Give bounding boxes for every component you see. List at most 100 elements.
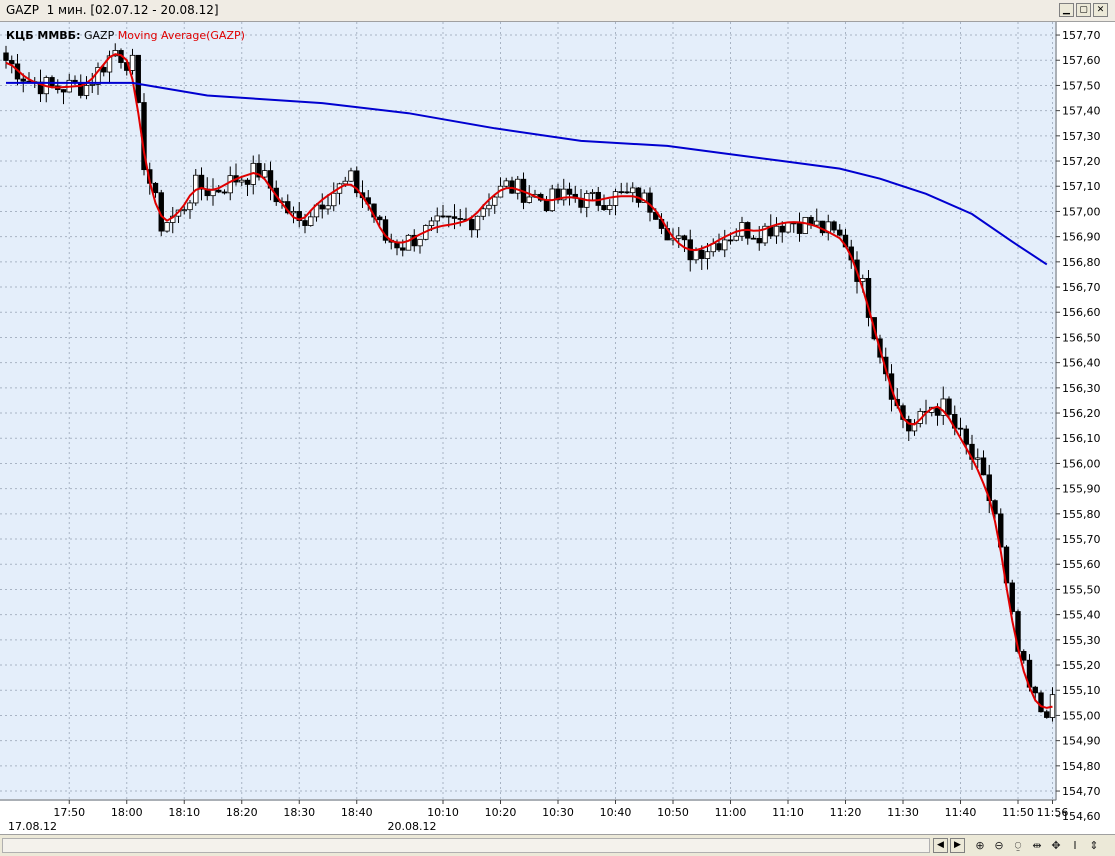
y-tick-label: 155,20 [1062, 659, 1101, 672]
candle-body [831, 221, 837, 231]
scroll-left-button[interactable]: ◀ [933, 838, 948, 853]
candle-body [446, 215, 452, 218]
fit-icon[interactable]: ⍜ [1010, 839, 1026, 853]
date-label: 20.08.12 [388, 820, 437, 833]
x-tick-label: 11:20 [830, 806, 862, 819]
candle [417, 238, 423, 254]
candle-body [457, 218, 463, 220]
candle-body [589, 191, 596, 194]
candle [578, 188, 584, 214]
candle [193, 169, 199, 206]
x-tick-label: 10:10 [427, 806, 459, 819]
candle-body [480, 208, 486, 217]
candle [83, 76, 90, 100]
date-label: 17.08.12 [8, 820, 57, 833]
candle-body [319, 204, 325, 210]
y-tick-label: 157,70 [1062, 29, 1101, 42]
candle [865, 270, 872, 327]
candle [584, 190, 590, 218]
candle [509, 176, 515, 194]
y-tick-label: 155,70 [1062, 533, 1101, 546]
zoom-out-icon[interactable]: ⊖ [991, 839, 1007, 853]
y-tick-label: 157,40 [1062, 105, 1101, 118]
candle [906, 415, 912, 441]
move-icon[interactable]: ✥ [1048, 839, 1064, 853]
candle-body [503, 180, 509, 187]
candle-body [262, 170, 268, 178]
candle [497, 177, 504, 198]
candle-body [325, 205, 331, 210]
candle [221, 189, 228, 195]
candlestick-chart[interactable]: 157,70 157,60 157,50 157,40 157,30 157,20 157,… [0, 22, 1115, 834]
scroll-right-button[interactable]: ▶ [950, 838, 965, 853]
y-tick-label: 157,10 [1062, 180, 1101, 193]
candle-body [152, 182, 159, 194]
y-tick-label: 154,90 [1062, 735, 1101, 748]
candle [486, 193, 492, 217]
candle [515, 176, 521, 200]
x-tick-label: 11:40 [945, 806, 977, 819]
minimize-button[interactable]: ▁ [1059, 3, 1074, 17]
candle-body [492, 196, 498, 206]
ma-short-line [5, 53, 1053, 709]
candle-body [60, 89, 67, 93]
candle [187, 200, 193, 219]
candle-body [129, 54, 136, 71]
candle-body [543, 199, 550, 212]
candle [1038, 690, 1044, 713]
zoom-in-icon[interactable]: ⊕ [972, 839, 988, 853]
legend-symbol: GAZP [83, 29, 115, 42]
x-tick-label: 10:30 [542, 806, 574, 819]
y-tick-label: 156,00 [1062, 457, 1101, 470]
scale-icon[interactable]: ⇕ [1086, 839, 1102, 853]
candle-body [221, 191, 228, 194]
y-tick-label: 157,50 [1062, 79, 1101, 92]
candle-body [980, 457, 987, 476]
candle-body [727, 239, 734, 242]
y-tick-label: 154,70 [1062, 785, 1101, 798]
candle-body [1044, 711, 1050, 718]
candle-body [814, 220, 820, 226]
candle [3, 45, 9, 69]
candle [210, 178, 216, 206]
y-tick-label: 156,20 [1062, 407, 1101, 420]
candle-body [9, 60, 15, 65]
candle-body [181, 209, 187, 212]
candle [612, 188, 619, 216]
candle [739, 216, 745, 242]
y-tick-label: 155,60 [1062, 558, 1101, 571]
candle [198, 167, 205, 201]
candle-body [49, 77, 55, 87]
candle-body [227, 175, 233, 194]
y-tick-label: 155,40 [1062, 609, 1101, 622]
candle-body [405, 234, 412, 251]
candle-body [210, 189, 216, 197]
maximize-button[interactable]: ▢ [1076, 3, 1091, 17]
candle-body [716, 243, 722, 251]
x-tick-label: 11:50 [1002, 806, 1034, 819]
candle [837, 224, 843, 237]
candle [463, 207, 469, 221]
legend-indicator[interactable]: Moving Average(GAZP) [118, 29, 245, 42]
chart-area[interactable]: 157,70 157,60 157,50 157,40 157,30 157,20 157,… [0, 22, 1115, 834]
candle [308, 212, 314, 227]
horizontal-scrollbar[interactable] [2, 838, 930, 853]
candle-body [89, 83, 95, 86]
y-tick-label: 155,30 [1062, 634, 1101, 647]
candle-body [434, 215, 440, 222]
candle-body [635, 187, 642, 203]
x-tick-label: 11:10 [772, 806, 804, 819]
candle-body [417, 238, 423, 247]
candle-body [290, 211, 297, 214]
range-icon[interactable]: ⇹ [1029, 839, 1045, 853]
close-button[interactable]: ✕ [1093, 3, 1108, 17]
candle-body [216, 189, 222, 193]
x-tick-label: 11:00 [715, 806, 747, 819]
x-tick-label: 17:50 [53, 806, 85, 819]
y-tick-label: 156,60 [1062, 306, 1101, 319]
cursor-icon[interactable]: I [1067, 839, 1083, 853]
x-tick-label: 10:20 [485, 806, 517, 819]
candle [170, 206, 176, 234]
candle-body [331, 192, 337, 207]
candle [831, 220, 837, 234]
